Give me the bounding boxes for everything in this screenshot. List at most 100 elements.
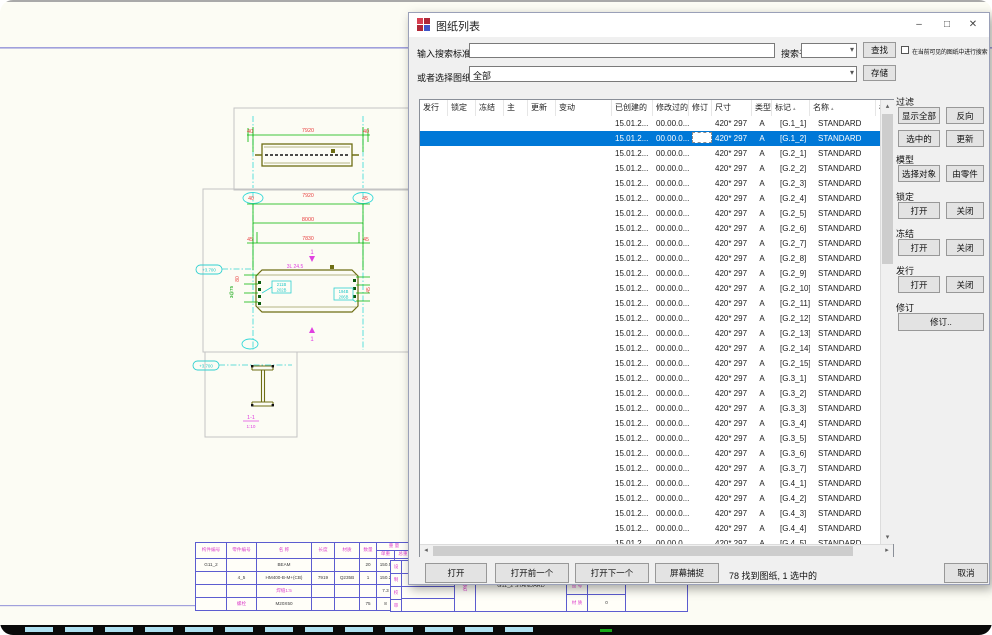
revision-button[interactable]: 修订.. <box>898 313 984 331</box>
cell: A <box>752 506 772 521</box>
cell: STANDARD <box>810 416 876 431</box>
table-row[interactable]: 15.01.2...00.00.0...420* 297A[G.2_10]STA… <box>420 281 880 296</box>
bom-cell: BEAM <box>257 559 312 572</box>
vertical-scrollbar[interactable]: ▴ ▾ <box>880 100 894 544</box>
table-row[interactable]: 15.01.2...00.00.0...420* 297A[G.3_2]STAN… <box>420 386 880 401</box>
bom-cell <box>335 598 360 611</box>
col-size[interactable]: 尺寸 <box>712 100 752 116</box>
col-modified[interactable]: 修改过的 <box>653 100 689 116</box>
dialog-title-bar[interactable]: 图纸列表 – □ ✕ <box>409 13 989 37</box>
table-row[interactable]: 15.01.2...00.00.0...420* 297A[G.4_1]STAN… <box>420 476 880 491</box>
table-row[interactable]: 15.01.2...00.00.0...420* 297A[G.4_2]STAN… <box>420 491 880 506</box>
cell <box>420 416 448 431</box>
drawing-settings-dropdown[interactable]: 全部 ▾ <box>469 66 857 82</box>
table-row[interactable]: 15.01.2...00.00.0...420* 297A[G.3_3]STAN… <box>420 401 880 416</box>
table-row[interactable]: 15.01.2...00.00.0...420* 297A[G.2_11]STA… <box>420 296 880 311</box>
cell <box>689 536 712 544</box>
table-row[interactable]: 15.01.2...00.00.0...420* 297A[G.4_4]STAN… <box>420 521 880 536</box>
cell: 15.01.2... <box>612 116 653 131</box>
sheet-edge-dash <box>465 627 493 632</box>
table-row[interactable]: 15.01.2...00.00.0...420* 297A[G.3_1]STAN… <box>420 371 880 386</box>
table-row[interactable]: 15.01.2...00.00.0...420* 297A[G.2_15]STA… <box>420 356 880 371</box>
table-row[interactable]: 15.01.2...00.00.0...420* 297A[G.2_9]STAN… <box>420 266 880 281</box>
col-master[interactable]: 主 <box>504 100 528 116</box>
cell <box>420 506 448 521</box>
model-by-parts-button[interactable]: 由零件 <box>946 165 984 182</box>
bom-cell: M20X50 <box>257 598 312 611</box>
table-row[interactable]: 15.01.2...00.00.0...420* 297A[G.2_4]STAN… <box>420 191 880 206</box>
col-change[interactable]: 变动 <box>556 100 612 116</box>
find-button[interactable]: 查找 <box>863 42 896 58</box>
table-row[interactable]: 15.01.2...00.00.0...420* 297A[G.2_14]STA… <box>420 341 880 356</box>
table-row[interactable]: 15.01.2...00.00.0...420* 297A[G.3_6]STAN… <box>420 446 880 461</box>
lock-off-button[interactable]: 关闭 <box>946 202 984 219</box>
weld-note: 3L 24.5 <box>287 264 304 270</box>
minimize-icon[interactable]: – <box>905 13 933 37</box>
cell <box>448 281 476 296</box>
col-revision[interactable]: 修订 <box>689 100 712 116</box>
revision-edit-box[interactable] <box>692 132 712 143</box>
scroll-right-icon[interactable]: ▸ <box>881 545 893 557</box>
table-row[interactable]: 15.01.2...00.00.0...420* 297A[G.2_5]STAN… <box>420 206 880 221</box>
cell <box>504 161 528 176</box>
filter-update-button[interactable]: 更新 <box>946 130 984 147</box>
cell <box>528 146 556 161</box>
close-icon[interactable]: ✕ <box>959 13 987 37</box>
table-row[interactable]: 15.01.2...00.00.0...420* 297A[G.2_7]STAN… <box>420 236 880 251</box>
table-row[interactable]: 15.01.2...00.00.0...420* 297A[G.3_5]STAN… <box>420 431 880 446</box>
table-row[interactable]: 15.01.2...00.00.0...420* 297A[G.4_3]STAN… <box>420 506 880 521</box>
freeze-on-button[interactable]: 打开 <box>898 239 940 256</box>
model-select-objects-button[interactable]: 选择对象 <box>898 165 940 182</box>
scroll-down-icon[interactable]: ▾ <box>881 531 894 544</box>
horizontal-scrollbar[interactable]: ◂ ▸ <box>420 544 893 557</box>
col-issue[interactable]: 发行 <box>420 100 448 116</box>
snapshot-button[interactable]: 屏幕捕捉 <box>655 563 719 583</box>
filter-selected-button[interactable]: 选中的 <box>898 130 940 147</box>
cancel-button[interactable]: 取消 <box>944 563 988 583</box>
save-button[interactable]: 存储 <box>863 65 896 81</box>
open-next-button[interactable]: 打开下一个 <box>575 563 649 583</box>
table-row[interactable]: 15.01.2...00.00.0...420* 297A[G.2_6]STAN… <box>420 221 880 236</box>
lock-on-button[interactable]: 打开 <box>898 202 940 219</box>
maximize-icon[interactable]: □ <box>933 13 961 37</box>
table-row[interactable]: 15.01.2...00.00.0...420* 297A[G.3_7]STAN… <box>420 461 880 476</box>
bom-cell: 1 <box>360 572 377 585</box>
col-update[interactable]: 更新 <box>528 100 556 116</box>
col-name[interactable]: 名称▴ <box>810 100 876 116</box>
vertical-scroll-thumb[interactable] <box>882 114 893 264</box>
search-in-dropdown[interactable]: ▾ <box>801 43 857 58</box>
col-type[interactable]: 类型 <box>752 100 772 116</box>
issue-on-button[interactable]: 打开 <box>898 276 940 293</box>
table-row[interactable]: 15.01.2...00.00.0...420* 297A[G.1_1]STAN… <box>420 116 880 131</box>
cell <box>420 296 448 311</box>
search-visible-checkbox[interactable] <box>901 46 909 54</box>
col-freeze[interactable]: 冻结 <box>476 100 504 116</box>
table-row[interactable]: 15.01.2...00.00.0...420* 297A[G.4_5]STAN… <box>420 536 880 544</box>
cell <box>448 341 476 356</box>
table-row[interactable]: 15.01.2...00.00.0...420* 297A[G.2_2]STAN… <box>420 161 880 176</box>
scroll-up-icon[interactable]: ▴ <box>881 100 894 113</box>
drawing-table-header[interactable]: 发行 锁定 冻结 主 更新 变动 已创建的 修改过的 修订 尺寸 类型 标记▴ … <box>420 100 880 117</box>
table-row[interactable]: 15.01.2...00.00.0...420* 297A[G.2_1]STAN… <box>420 146 880 161</box>
col-created[interactable]: 已创建的 <box>612 100 653 116</box>
bom-cell: 螺栓 <box>227 598 257 611</box>
search-input[interactable] <box>469 43 775 58</box>
col-mark[interactable]: 标记▴ <box>772 100 810 116</box>
table-row[interactable]: 15.01.2...00.00.0...420* 297A[G.2_12]STA… <box>420 311 880 326</box>
filter-invert-button[interactable]: 反向 <box>946 107 984 124</box>
cell: A <box>752 341 772 356</box>
table-row[interactable]: 15.01.2...00.00.0...420* 297A[G.2_8]STAN… <box>420 251 880 266</box>
table-row[interactable]: 15.01.2...00.00.0...420* 297A[G.3_4]STAN… <box>420 416 880 431</box>
issue-off-button[interactable]: 关闭 <box>946 276 984 293</box>
filter-show-all-button[interactable]: 显示全部 <box>898 107 940 124</box>
table-row[interactable]: 15.01.2...00.00.0...420* 297A[G.1_2]STAN… <box>420 131 880 146</box>
table-row[interactable]: 15.01.2...00.00.0...420* 297A[G.2_13]STA… <box>420 326 880 341</box>
col-lock[interactable]: 锁定 <box>448 100 476 116</box>
elevation-label: +3.700 <box>199 364 213 369</box>
freeze-off-button[interactable]: 关闭 <box>946 239 984 256</box>
open-previous-button[interactable]: 打开前一个 <box>495 563 569 583</box>
scroll-left-icon[interactable]: ◂ <box>420 545 432 557</box>
table-row[interactable]: 15.01.2...00.00.0...420* 297A[G.2_3]STAN… <box>420 176 880 191</box>
horizontal-scroll-thumb[interactable] <box>433 546 853 556</box>
open-button[interactable]: 打开 <box>425 563 487 583</box>
